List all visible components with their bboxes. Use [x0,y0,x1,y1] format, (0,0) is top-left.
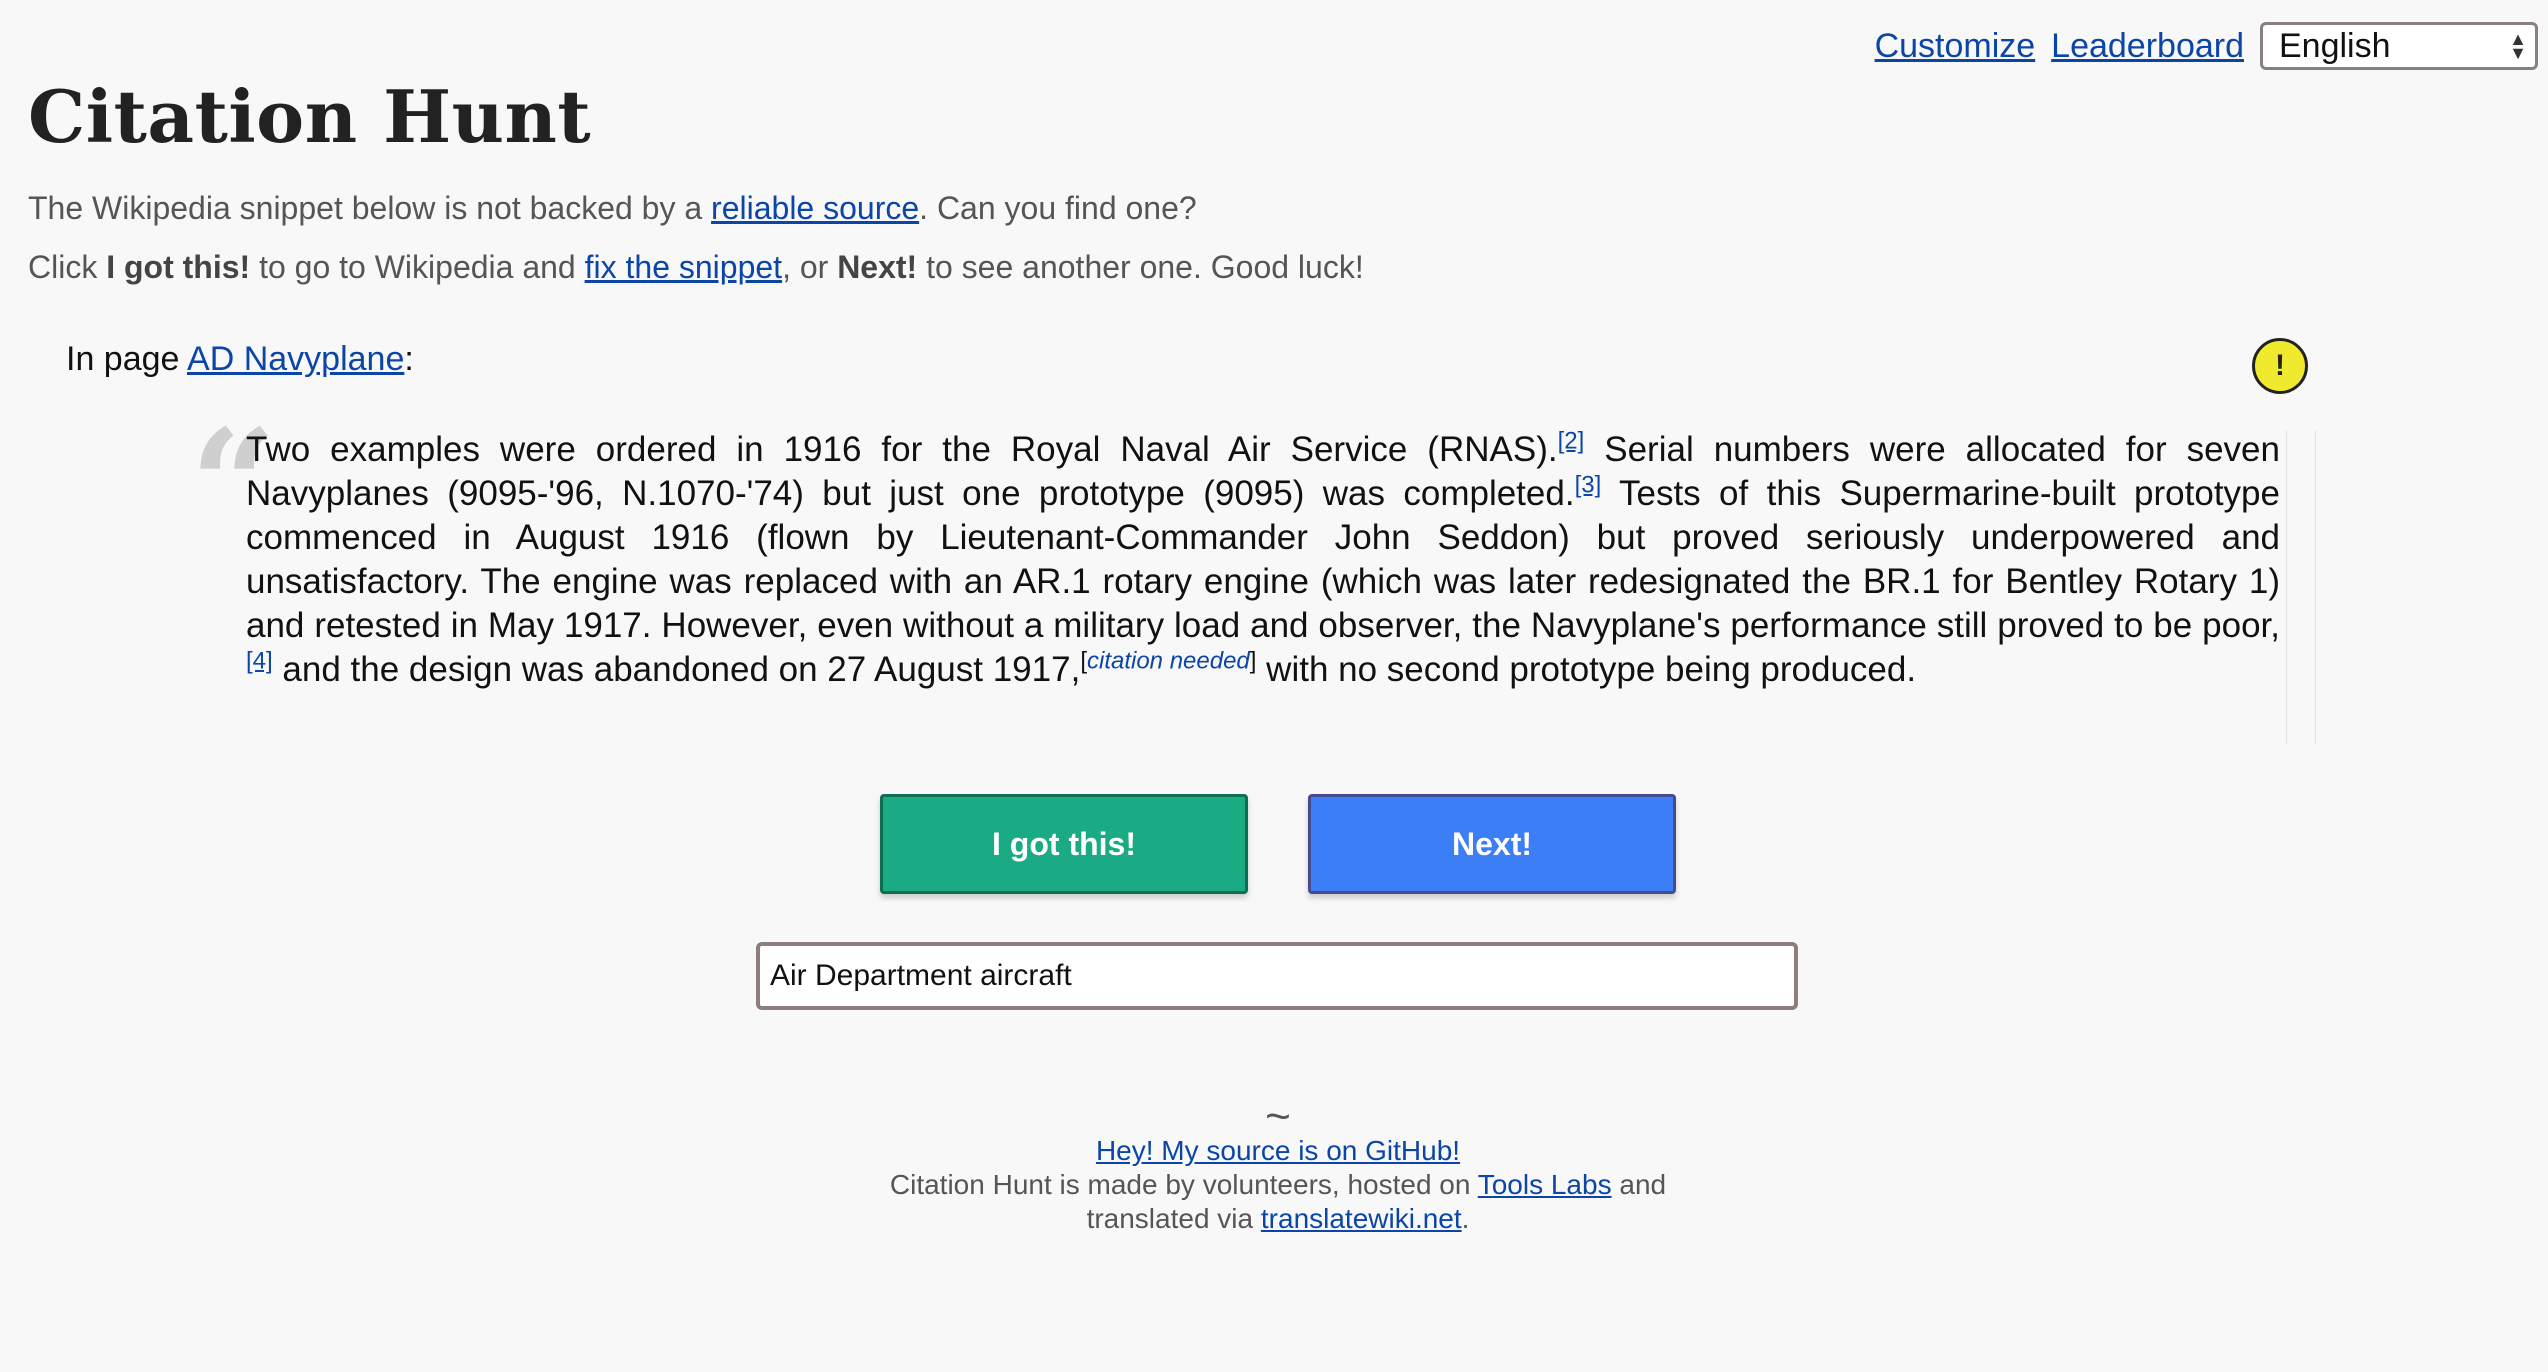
footer-line-3: translated via translatewiki.net. [0,1202,2548,1236]
intro-text: to see another one. Good luck! [917,249,1364,285]
page-title: Citation Hunt [28,74,592,159]
intro-line-2: Click I got this! to go to Wikipedia and… [28,249,1364,286]
warning-icon[interactable]: ! [2252,338,2308,394]
footer: ~ Hey! My source is on GitHub! Citation … [0,1092,2548,1236]
translatewiki-link[interactable]: translatewiki.net [1261,1203,1462,1234]
article-suffix: : [404,340,414,378]
github-link[interactable]: Hey! My source is on GitHub! [1096,1135,1460,1166]
i-got-this-button[interactable]: I got this! [880,794,1248,894]
intro-gotthis-bold: I got this! [106,249,251,285]
snippet-segment: Two examples were ordered in 1916 for th… [246,430,1558,469]
intro-text: The Wikipedia snippet below is not backe… [28,190,712,226]
footer-line-2: Citation Hunt is made by volunteers, hos… [0,1168,2548,1202]
snippet-text: Two examples were ordered in 1916 for th… [246,428,2280,692]
leaderboard-link[interactable]: Leaderboard [2051,27,2244,66]
top-nav: Customize Leaderboard English ▲ ▼ [1875,22,2538,70]
footer-tilde: ~ [1265,1092,1291,1141]
intro-line-1: The Wikipedia snippet below is not backe… [28,190,1197,227]
article-heading: In page AD Navyplane: [66,340,414,379]
snippet-segment: with no second prototype being produced. [1256,650,1917,689]
category-search-input[interactable] [756,942,1798,1010]
reference-link[interactable]: [4] [246,647,273,674]
snippet-scrollbar[interactable] [2286,430,2316,744]
citation-needed-tag: [citation needed] [1080,647,1256,674]
article-prefix: In page [66,340,188,378]
intro-text: to go to Wikipedia and [250,249,585,285]
customize-link[interactable]: Customize [1875,27,2036,66]
footer-text: and [1611,1169,1667,1200]
fix-snippet-link[interactable]: fix the snippet [585,249,782,285]
reference-link[interactable]: [2] [1558,427,1585,454]
intro-text: Click [28,249,107,285]
intro-text: , or [782,249,838,285]
snippet-container: “ Two examples were ordered in 1916 for … [190,410,2316,744]
citation-bracket: [ [1080,647,1087,675]
reliable-source-link[interactable]: reliable source [711,190,919,226]
citation-needed-text: citation needed [1086,647,1250,675]
language-select-value: English [2279,26,2391,65]
next-button[interactable]: Next! [1308,794,1676,894]
footer-text: . [1461,1203,1470,1234]
reference-link[interactable]: [3] [1575,471,1602,498]
tools-labs-link[interactable]: Tools Labs [1478,1169,1612,1200]
intro-next-bold: Next! [837,249,918,285]
snippet-segment: and the design was abandoned on 27 Augus… [272,650,1081,689]
footer-text: Citation Hunt is made by volunteers, hos… [889,1169,1478,1200]
article-link[interactable]: AD Navyplane [187,340,404,378]
footer-text: translated via [1086,1203,1261,1234]
language-select[interactable]: English ▲ ▼ [2260,22,2538,70]
select-arrows-icon: ▲ ▼ [2509,29,2527,63]
intro-text: . Can you find one? [919,190,1197,226]
